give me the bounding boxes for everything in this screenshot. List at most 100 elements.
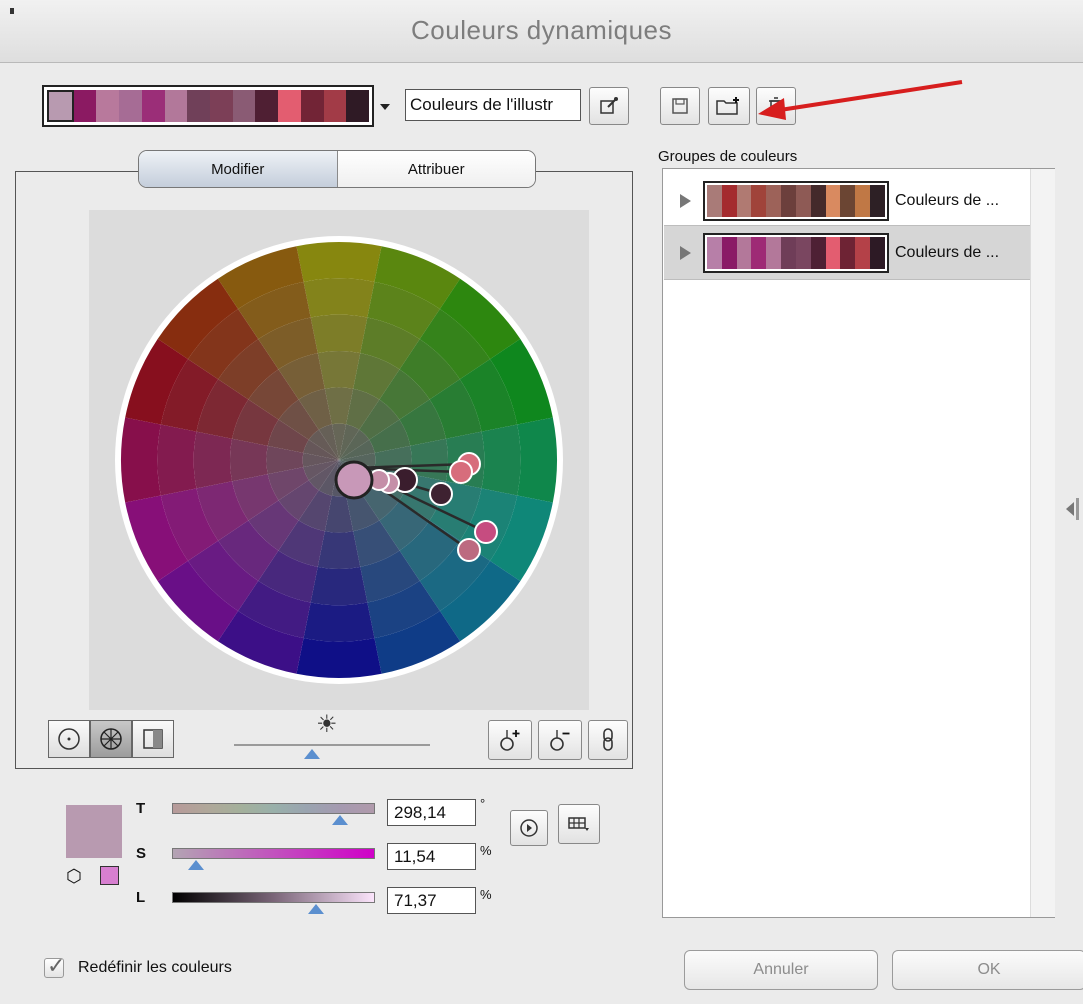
hue-value-field[interactable]: 298,14: [387, 799, 476, 826]
color-group-row[interactable]: Couleurs de ...: [664, 173, 1030, 228]
save-group-button[interactable]: [660, 87, 700, 125]
ok-button[interactable]: OK: [892, 950, 1083, 990]
palette-swatch[interactable]: [119, 90, 142, 122]
palette-swatch[interactable]: [164, 90, 188, 122]
segmented-wheel-icon: [100, 728, 122, 750]
wheel-segment[interactable]: [317, 350, 361, 389]
window-corner-mark: [10, 8, 14, 14]
hue-slider-thumb[interactable]: [332, 815, 349, 825]
disclosure-triangle-icon[interactable]: [680, 193, 691, 208]
collapse-panel-handle[interactable]: [1062, 496, 1083, 522]
group-swatch: [736, 184, 752, 217]
group-swatch: [736, 236, 752, 269]
saturation-slider-thumb[interactable]: [188, 860, 205, 870]
groups-scrollbar[interactable]: [1030, 169, 1055, 917]
chevron-down-icon: [380, 104, 390, 110]
hue-slider-track[interactable]: [172, 803, 375, 814]
group-swatch: [810, 184, 826, 217]
palette-dropdown-button[interactable]: [376, 85, 394, 127]
color-marker[interactable]: [429, 482, 453, 506]
wheel-segment[interactable]: [157, 424, 197, 496]
active-palette-strip[interactable]: [42, 85, 374, 127]
group-swatch: [870, 184, 885, 217]
base-color-marker[interactable]: [334, 460, 374, 500]
saturation-label: S: [136, 845, 147, 862]
wheel-segment[interactable]: [303, 278, 375, 318]
harmony-rules-button[interactable]: [589, 87, 629, 125]
group-name: Couleurs de ...: [895, 191, 1000, 209]
lightness-label: L: [136, 889, 146, 906]
color-marker[interactable]: [449, 460, 473, 484]
play-circle-icon: [520, 819, 538, 837]
wheel-segment[interactable]: [481, 424, 521, 496]
palette-swatch[interactable]: [346, 90, 370, 122]
palette-swatch[interactable]: [323, 90, 347, 122]
lightness-unit: %: [480, 887, 492, 902]
color-wheel-area[interactable]: [89, 210, 589, 710]
color-mode-menu-button[interactable]: [510, 810, 548, 846]
handle-bar: [1076, 498, 1079, 520]
tab-modifier[interactable]: Modifier: [139, 151, 338, 187]
wheel-segment[interactable]: [296, 638, 382, 678]
group-swatch: [795, 184, 811, 217]
group-swatch: [781, 236, 796, 269]
color-group-row-selected[interactable]: Couleurs de ...: [664, 225, 1030, 280]
out-of-gamut-swatch[interactable]: [100, 866, 119, 885]
group-swatches: [703, 232, 889, 273]
segmented-wheel-button[interactable]: [90, 720, 132, 758]
palette-swatch[interactable]: [210, 90, 233, 122]
color-wheel[interactable]: [89, 210, 589, 710]
wheel-segment[interactable]: [303, 602, 375, 642]
lightness-slider-track[interactable]: [172, 892, 375, 903]
color-bars-button[interactable]: [132, 720, 174, 758]
lightness-value-field[interactable]: 71,37: [387, 887, 476, 914]
wheel-segment[interactable]: [317, 531, 361, 570]
group-swatch: [840, 184, 856, 217]
smooth-wheel-button[interactable]: [48, 720, 90, 758]
wheel-segment[interactable]: [296, 242, 382, 282]
group-swatch: [825, 236, 841, 269]
group-swatch: [707, 236, 722, 269]
group-name-input[interactable]: Couleurs de l'illustr: [405, 89, 581, 121]
color-groups-list[interactable]: Couleurs de ... Couleurs de ...: [662, 168, 1055, 918]
wheel-segment[interactable]: [193, 431, 233, 489]
palette-swatch[interactable]: [232, 90, 256, 122]
floppy-disk-icon: [672, 98, 688, 114]
palette-swatch[interactable]: [141, 90, 165, 122]
cancel-button[interactable]: Annuler: [684, 950, 878, 990]
new-folder-icon: [716, 97, 739, 115]
tab-attribuer[interactable]: Attribuer: [337, 151, 535, 187]
color-marker[interactable]: [457, 538, 481, 562]
lightness-slider-thumb[interactable]: [308, 904, 325, 914]
wheel-segment[interactable]: [517, 417, 557, 503]
wheel-segment[interactable]: [121, 417, 161, 503]
link-harmony-button[interactable]: [588, 720, 628, 760]
wheel-segment[interactable]: [310, 314, 368, 354]
brightness-slider-track[interactable]: [234, 744, 430, 746]
window-title: Couleurs dynamiques: [411, 15, 672, 45]
recolor-artwork-checkbox[interactable]: ✓: [44, 953, 65, 978]
palette-swatch[interactable]: [96, 90, 120, 122]
palette-swatch[interactable]: [73, 90, 97, 122]
saturation-slider-track[interactable]: [172, 848, 375, 859]
hue-label: T: [136, 800, 146, 817]
wheel-segment[interactable]: [310, 566, 368, 606]
smooth-wheel-icon: [58, 728, 80, 750]
palette-swatch[interactable]: [300, 90, 324, 122]
current-color-swatch: [66, 805, 122, 858]
add-color-tool-button[interactable]: [488, 720, 532, 760]
disclosure-triangle-icon[interactable]: [680, 245, 691, 260]
color-marker[interactable]: [474, 520, 498, 544]
group-swatch: [825, 184, 841, 217]
brightness-slider-thumb[interactable]: [304, 749, 321, 759]
palette-swatch[interactable]: [255, 90, 279, 122]
saturation-value-field[interactable]: 11,54: [387, 843, 476, 870]
limit-to-swatch-library-button[interactable]: [558, 804, 600, 844]
group-swatch: [751, 236, 767, 269]
wheel-segment[interactable]: [229, 438, 268, 482]
remove-color-tool-button[interactable]: [538, 720, 582, 760]
palette-swatch[interactable]: [47, 90, 74, 122]
palette-swatch[interactable]: [278, 90, 301, 122]
palette-swatch[interactable]: [187, 90, 211, 122]
group-swatch: [810, 236, 826, 269]
